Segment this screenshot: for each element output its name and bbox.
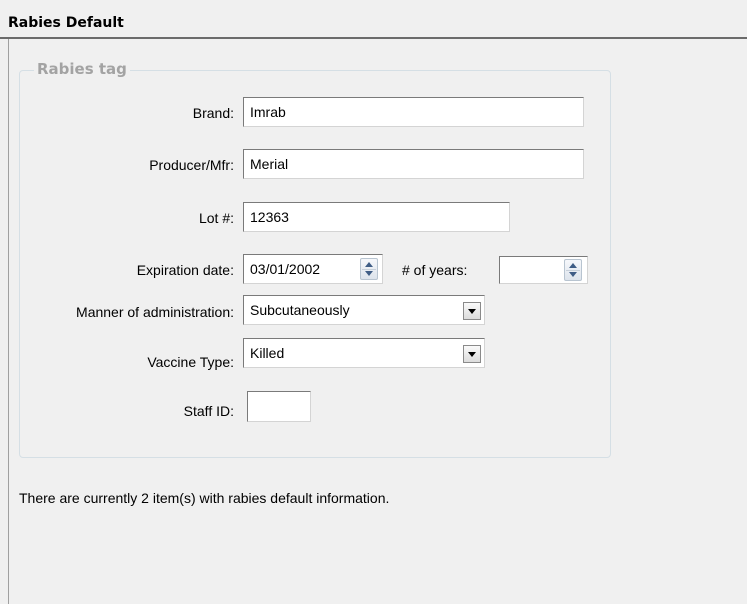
brand-label: Brand: xyxy=(192,105,234,121)
vaccine-select[interactable]: Killed xyxy=(243,338,485,368)
vaccine-label: Vaccine Type: xyxy=(147,354,234,370)
years-label: # of years: xyxy=(402,262,468,278)
expiration-date-spinner[interactable] xyxy=(360,258,378,280)
panel-title: Rabies Default xyxy=(8,15,124,31)
spin-down-icon xyxy=(569,272,577,277)
manner-dropdown-button[interactable] xyxy=(463,302,481,320)
spin-up-icon xyxy=(365,262,373,267)
spin-up-icon xyxy=(569,263,577,268)
expiration-label: Expiration date: xyxy=(136,262,234,278)
manner-select[interactable]: Subcutaneously xyxy=(243,295,485,325)
producer-label: Producer/Mfr: xyxy=(149,157,234,173)
spin-down-icon xyxy=(365,271,373,276)
rabies-info-text: There are currently 2 item(s) with rabie… xyxy=(19,490,390,506)
vaccine-dropdown-button[interactable] xyxy=(463,345,481,363)
chevron-down-icon xyxy=(468,352,476,357)
staff-label: Staff ID: xyxy=(183,403,234,419)
lot-field[interactable]: 12363 xyxy=(243,202,510,232)
rabies-default-panel: Rabies Default Rabies tag Brand: Imrab P… xyxy=(0,0,747,604)
producer-field[interactable]: Merial xyxy=(243,149,584,179)
panel-left-border xyxy=(8,39,9,604)
spin-divider xyxy=(566,270,580,271)
panel-header: Rabies Default xyxy=(0,0,747,39)
brand-field[interactable]: Imrab xyxy=(243,97,584,127)
chevron-down-icon xyxy=(468,309,476,314)
staff-id-field[interactable] xyxy=(247,391,311,422)
spin-divider xyxy=(362,269,376,270)
manner-label: Manner of administration: xyxy=(76,304,234,320)
rabies-tag-legend: Rabies tag xyxy=(34,60,130,78)
years-spinner[interactable] xyxy=(564,259,582,281)
lot-label: Lot #: xyxy=(198,210,234,226)
